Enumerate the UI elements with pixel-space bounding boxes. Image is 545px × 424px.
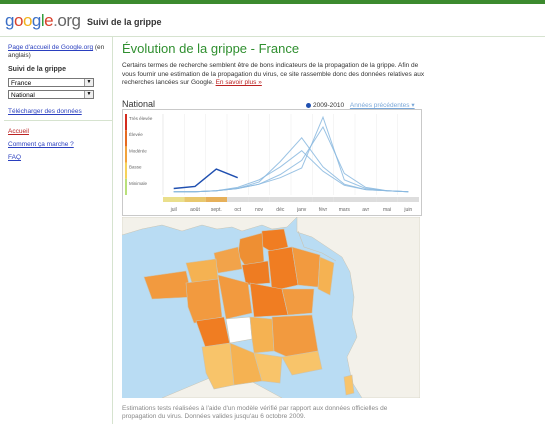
- month-tick-label: nov: [255, 207, 264, 213]
- sidebar-divider: [4, 120, 112, 121]
- footnote: Estimations tests réalisées à l'aide d'u…: [122, 405, 388, 420]
- sidebar-separator: [112, 37, 113, 424]
- region-select-value: National: [11, 92, 35, 99]
- legend-current-label: 2009-2010: [313, 102, 345, 109]
- map-region-pays-de-la-loire[interactable]: [185, 278, 223, 324]
- previous-years-dropdown[interactable]: Années précédentes ▾: [350, 102, 415, 109]
- country-select-value: France: [11, 80, 32, 87]
- home-link-block: Page d'accueil de Google.org (en anglais…: [8, 44, 108, 60]
- page-header: google.org Suivi de la grippe: [0, 4, 545, 37]
- month-strip-segment: [312, 197, 334, 202]
- map-region-franche-comte[interactable]: [281, 288, 315, 316]
- level-color-segment: [125, 146, 127, 163]
- current-season-dot-icon: [306, 102, 311, 108]
- month-strip-segment: [376, 197, 398, 202]
- chevron-down-icon[interactable]: ▼: [84, 79, 93, 86]
- nav-home-link[interactable]: Accueil: [8, 128, 29, 135]
- france-map-svg: [122, 217, 420, 398]
- level-label: Modérée: [129, 148, 147, 153]
- map-region-limousin[interactable]: [225, 316, 253, 344]
- intro-paragraph: Certains termes de recherche semblent êt…: [122, 62, 425, 86]
- france-flu-map: [122, 217, 420, 398]
- sidebar: Page d'accueil de Google.org (en anglais…: [0, 37, 112, 424]
- month-strip-segment: [205, 197, 227, 202]
- month-strip-segment: [333, 197, 355, 202]
- nav-faq-link[interactable]: FAQ: [8, 154, 21, 161]
- google-org-logo[interactable]: google.org: [5, 11, 81, 31]
- month-strip-segment: [355, 197, 377, 202]
- month-strip-segment: [163, 197, 185, 202]
- level-label: Minimale: [129, 181, 148, 186]
- region-select[interactable]: National ▼: [8, 90, 94, 99]
- map-region-corse[interactable]: [343, 374, 355, 396]
- google-org-home-link[interactable]: Page d'accueil de Google.org: [8, 44, 93, 51]
- level-color-segment: [125, 178, 127, 195]
- level-label: Basse: [129, 165, 142, 170]
- month-strip-segment: [397, 197, 419, 202]
- flu-trend-chart: Très élevée Élevée Modérée Basse Minimale jui…: [122, 109, 422, 216]
- map-region-auvergne[interactable]: [249, 316, 275, 354]
- sidebar-heading: Suivi de la grippe: [8, 66, 66, 73]
- level-label: Très élevée: [129, 116, 153, 121]
- month-tick-label: août: [190, 207, 200, 213]
- map-region-alsace[interactable]: [317, 256, 335, 296]
- learn-more-link[interactable]: En savoir plus »: [216, 79, 262, 86]
- page-title: Évolution de la grippe - France: [122, 41, 300, 56]
- map-region-ile-de-france[interactable]: [241, 260, 271, 286]
- month-tick-label: avr: [362, 207, 369, 213]
- level-label: Élevée: [129, 131, 143, 137]
- month-tick-label: févr: [319, 207, 328, 213]
- month-tick-label: juin: [403, 207, 412, 213]
- flu-trend-chart-svg: Très élevée Élevée Modérée Basse Minimale jui…: [125, 114, 419, 213]
- level-color-segment: [125, 130, 127, 147]
- month-strip-segment: [248, 197, 270, 202]
- month-strip-segment: [291, 197, 313, 202]
- month-strip-segment: [269, 197, 291, 202]
- map-region-bretagne[interactable]: [143, 270, 193, 300]
- map-region-picardie[interactable]: [237, 232, 265, 268]
- chart-legend: 2009-2010 Années précédentes ▾: [306, 101, 415, 109]
- site-title: Suivi de la grippe: [87, 17, 162, 27]
- month-tick-label: sept.: [211, 207, 222, 213]
- month-tick-label: mai: [383, 207, 391, 213]
- country-select[interactable]: France ▼: [8, 78, 94, 87]
- month-tick-label: juil: [170, 207, 177, 213]
- month-tick-label: oct: [234, 207, 241, 213]
- month-tick-label: janv: [296, 207, 307, 213]
- month-strip-segment: [227, 197, 249, 202]
- month-tick-label: mars: [339, 207, 351, 213]
- intro-text: Certains termes de recherche semblent êt…: [122, 62, 427, 88]
- level-color-segment: [125, 114, 127, 131]
- nav-how-it-works-link[interactable]: Comment ça marche ?: [8, 141, 74, 148]
- month-strip-segment: [184, 197, 206, 202]
- download-data-link[interactable]: Télécharger des données: [8, 108, 82, 115]
- chevron-down-icon[interactable]: ▼: [84, 91, 93, 98]
- map-region-nord[interactable]: [259, 228, 289, 252]
- map-region-haute-normandie[interactable]: [213, 246, 243, 274]
- level-color-segment: [125, 162, 127, 179]
- month-tick-label: déc: [276, 207, 285, 213]
- chart-heading: National: [122, 99, 156, 109]
